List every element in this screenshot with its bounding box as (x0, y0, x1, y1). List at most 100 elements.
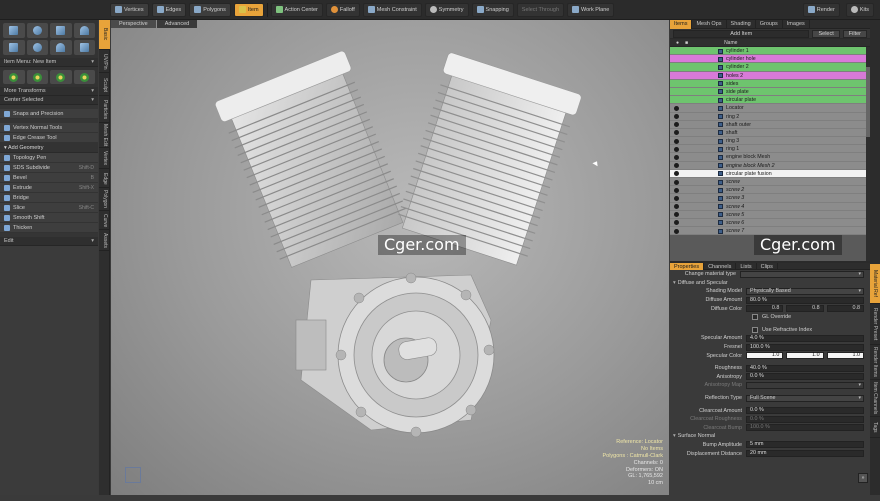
filter-button[interactable]: Filter (842, 29, 867, 38)
item-menu-dropdown[interactable]: Item Menu: New Item ▾ (0, 58, 98, 67)
clearcoat-roughness-field[interactable]: 0.0 % (746, 415, 864, 423)
extrude-button[interactable]: Extrude Shift-X (0, 183, 98, 193)
item-row[interactable]: sides (670, 79, 870, 88)
visibility-eye-icon[interactable] (674, 122, 679, 128)
bevel-button[interactable]: Bevel B (0, 173, 98, 183)
diffuse-color-r[interactable]: 0.8 (746, 305, 784, 313)
item-row[interactable]: holes 2 (670, 71, 870, 80)
cube-primitive-button[interactable] (3, 23, 25, 38)
diffuse-color-g[interactable]: 0.8 (786, 305, 824, 313)
diffuse-color-b[interactable]: 0.8 (826, 305, 864, 313)
select-through-button[interactable]: Select Through (516, 2, 564, 17)
roughness-field[interactable]: 40.0 % (746, 364, 864, 372)
action-center-button[interactable]: Action Center (270, 2, 323, 17)
kits-button[interactable]: Kits (845, 2, 874, 17)
bridge-button[interactable]: Bridge (0, 193, 98, 203)
displacement-distance-field[interactable]: 20 mm (746, 450, 864, 458)
material-type-dropdown[interactable] (740, 270, 864, 278)
item-row[interactable]: cylinder 1 (670, 47, 870, 56)
visibility-eye-icon[interactable] (674, 114, 679, 119)
item-row[interactable]: shaft outer (670, 120, 870, 129)
tab-tags[interactable]: Tags (870, 418, 880, 438)
edit-dropdown[interactable]: Edit ▾ (0, 237, 98, 246)
visibility-eye-icon[interactable] (674, 138, 679, 144)
vertices-mode-button[interactable]: Vertices (110, 2, 149, 17)
mesh-constraint-button[interactable]: Mesh Constraint (362, 2, 422, 17)
visibility-eye-icon[interactable] (674, 204, 679, 210)
thicken-button[interactable]: Thicken (0, 223, 98, 233)
diffuse-section[interactable]: ▾ Diffuse and Specular (670, 279, 870, 288)
tab-vertex[interactable]: Vertex (99, 149, 110, 169)
snapping-button[interactable]: Snapping (471, 2, 514, 17)
item-row[interactable]: screw 6 (670, 218, 870, 228)
topology-pen-button[interactable]: Topology Pen (0, 153, 98, 163)
item-row[interactable]: cylinder hole (670, 55, 870, 64)
use-refractive-index-checkbox[interactable] (752, 326, 758, 333)
item-row[interactable]: circular plate (670, 96, 870, 105)
name-column-header[interactable]: Name (724, 40, 737, 46)
torus-primitive-button[interactable] (26, 40, 48, 55)
specular-color-b[interactable]: 1.0 (826, 352, 864, 360)
3d-viewport[interactable]: Perspective Advanced Cger.com Reference:… (111, 20, 669, 495)
item-row[interactable]: side plate (670, 87, 870, 97)
item-mode-button[interactable]: Item (233, 2, 264, 17)
render-button[interactable]: Render (802, 2, 840, 17)
scale-tool-button[interactable] (50, 70, 72, 84)
tab-render-preset[interactable]: Render Preset (870, 305, 880, 345)
visibility-eye-icon[interactable] (674, 212, 679, 218)
move-tool-button[interactable] (3, 70, 25, 84)
tab-assets[interactable]: Assets (99, 231, 110, 251)
tab-basic[interactable]: Basic (99, 20, 110, 50)
visibility-eye-icon[interactable] (674, 130, 679, 136)
tab-polygon[interactable]: Polygon (99, 189, 110, 211)
visibility-eye-icon[interactable] (674, 195, 679, 201)
tab-items[interactable]: Items (670, 20, 693, 29)
cylinder-primitive-button[interactable] (50, 23, 72, 38)
visibility-eye-icon[interactable] (674, 146, 679, 152)
item-row[interactable]: cylinder 2 (670, 63, 870, 72)
smooth-shift-button[interactable]: Smooth Shift (0, 213, 98, 223)
center-selected-dropdown[interactable]: Center Selected ▾ (0, 96, 98, 105)
visibility-eye-icon[interactable] (674, 187, 679, 193)
tab-material-ref[interactable]: Material Ref (870, 264, 880, 304)
tab-sculpt[interactable]: Sculpt (99, 74, 110, 96)
add-item-button[interactable]: Add Item (673, 29, 810, 38)
item-row[interactable]: screw 4 (670, 202, 870, 211)
more-transforms-dropdown[interactable]: More Transforms ▾ (0, 87, 98, 96)
item-row[interactable]: circular plate fusion (670, 169, 870, 178)
bump-amplitude-field[interactable]: 5 mm (746, 441, 864, 449)
item-row[interactable]: screw 2 (670, 186, 870, 195)
add-geometry-header[interactable]: ▾ Add Geometry (0, 143, 98, 153)
tab-images[interactable]: Images (783, 20, 810, 29)
shading-model-dropdown[interactable]: Physically Based (746, 287, 864, 295)
edges-mode-button[interactable]: Edges (151, 2, 187, 17)
item-row[interactable]: ring 1 (670, 145, 870, 154)
tab-item-channels[interactable]: Item Channels (870, 381, 880, 417)
clearcoat-bump-field[interactable]: 100.0 % (746, 424, 864, 432)
select-button[interactable]: Select (812, 29, 840, 38)
work-plane-button[interactable]: Work Plane (567, 2, 615, 17)
capsule-primitive-button[interactable] (3, 40, 25, 55)
item-row[interactable]: ring 2 (670, 112, 870, 121)
visibility-eye-icon[interactable] (674, 163, 679, 169)
sds-subdivide-button[interactable]: SDS Subdivide Shift-D (0, 163, 98, 173)
visibility-eye-icon[interactable] (674, 154, 679, 160)
falloff-button[interactable]: Falloff (325, 2, 360, 17)
expand-panel-button[interactable]: » (858, 473, 868, 483)
snaps-precision-button[interactable]: Snaps and Precision (0, 109, 98, 119)
item-row[interactable]: screw 3 (670, 194, 870, 203)
tab-uv-pin[interactable]: UV/Pin (99, 51, 110, 73)
edge-crease-tool-button[interactable]: Edge Crease Tool (0, 133, 98, 143)
vertex-normal-tools-button[interactable]: Vertex Normal Tools (0, 123, 98, 133)
cone-primitive-button[interactable] (73, 23, 95, 38)
tab-mesh-edit[interactable]: Mesh Edit (99, 124, 110, 148)
item-row[interactable]: engine block Mesh 2 (670, 161, 870, 170)
visibility-eye-icon[interactable] (674, 228, 679, 234)
tab-edge[interactable]: Edge (99, 170, 110, 188)
tab-particles[interactable]: Particles (99, 97, 110, 123)
tube-primitive-button[interactable] (50, 40, 72, 55)
tab-curve[interactable]: Curve (99, 212, 110, 230)
gl-override-checkbox[interactable] (752, 314, 758, 321)
specular-amount-field[interactable]: 4.0 % (746, 334, 864, 342)
visibility-eye-icon[interactable] (674, 105, 679, 111)
